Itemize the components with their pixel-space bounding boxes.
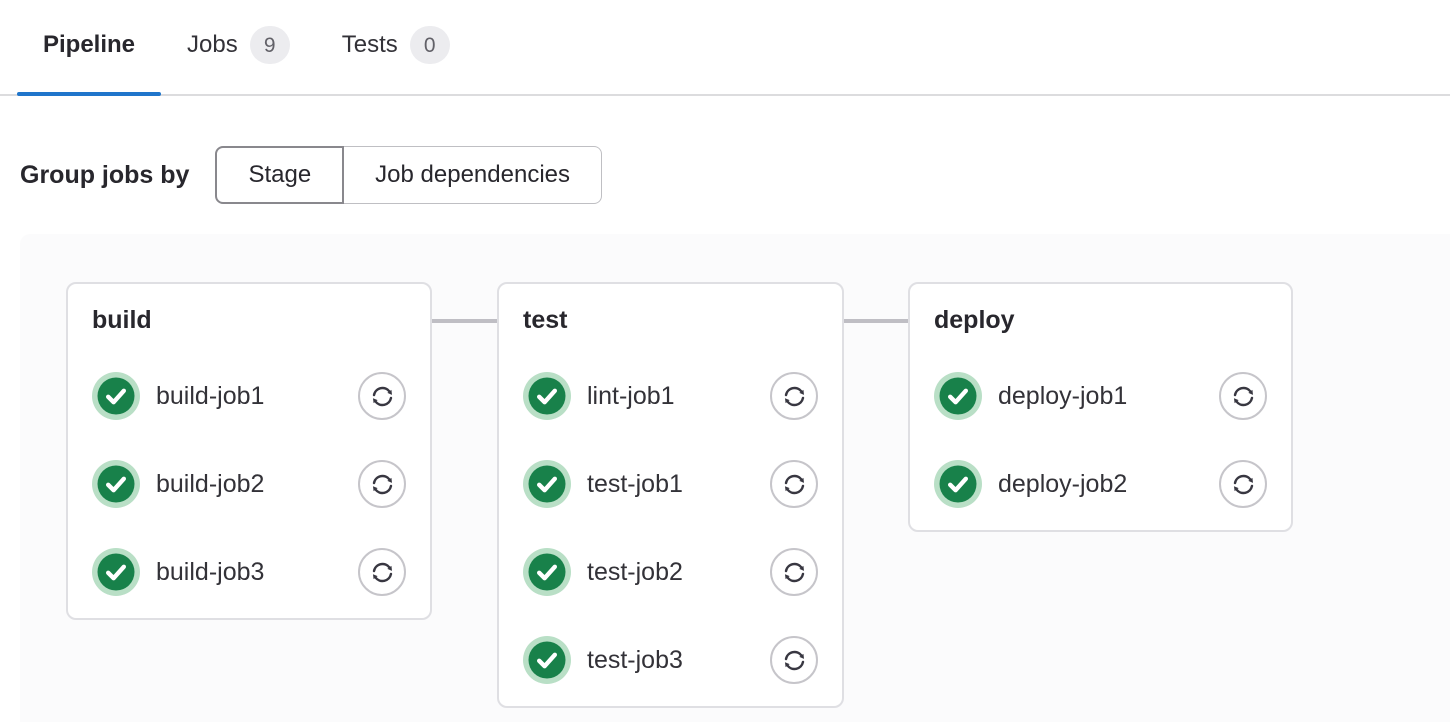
status-success-icon — [523, 372, 571, 420]
job-row: deploy-job2 — [934, 460, 1267, 508]
tab-pipeline[interactable]: Pipeline — [17, 0, 161, 94]
status-success-icon — [934, 372, 982, 420]
retry-icon — [369, 559, 396, 586]
pipeline-page: { "tabs": [ { "id": "pipeline", "label":… — [0, 0, 1450, 722]
pipeline-tabs: Pipeline Jobs 9 Tests 0 — [0, 0, 1450, 96]
job-name-link[interactable]: test-job2 — [587, 558, 683, 587]
retry-icon — [781, 559, 808, 586]
job-row: test-job1 — [523, 460, 818, 508]
status-success-icon — [523, 460, 571, 508]
retry-icon — [781, 383, 808, 410]
retry-job-button[interactable] — [358, 372, 406, 420]
job-row: lint-job1 — [523, 372, 818, 420]
tab-tests[interactable]: Tests 0 — [316, 0, 476, 94]
group-by-job-dependencies-button[interactable]: Job dependencies — [344, 146, 602, 204]
group-jobs-by-segmented-control: Stage Job dependencies — [215, 146, 602, 204]
retry-job-button[interactable] — [770, 372, 818, 420]
group-jobs-by-controls: Group jobs by Stage Job dependencies — [20, 146, 1450, 204]
stage-connector-line — [844, 319, 908, 323]
status-success-icon — [92, 372, 140, 420]
tab-label: Jobs — [187, 30, 238, 60]
retry-icon — [1230, 383, 1257, 410]
retry-icon — [781, 471, 808, 498]
job-row: build-job1 — [92, 372, 406, 420]
stage-title: build — [92, 304, 406, 336]
stage-connector-line — [432, 319, 497, 323]
job-name-link[interactable]: lint-job1 — [587, 382, 675, 411]
stage-card-test: test lint-job1 — [497, 282, 844, 708]
retry-icon — [781, 647, 808, 674]
tab-jobs[interactable]: Jobs 9 — [161, 0, 316, 94]
status-success-icon — [92, 548, 140, 596]
group-by-stage-button[interactable]: Stage — [215, 146, 344, 204]
group-jobs-by-label: Group jobs by — [20, 161, 189, 190]
retry-job-button[interactable] — [1219, 372, 1267, 420]
tab-label: Pipeline — [43, 30, 135, 60]
stage-title: test — [523, 304, 818, 336]
job-name-link[interactable]: build-job1 — [156, 382, 264, 411]
retry-job-button[interactable] — [770, 460, 818, 508]
stage-card-deploy: deploy deploy-job1 — [908, 282, 1293, 532]
job-row: deploy-job1 — [934, 372, 1267, 420]
status-success-icon — [92, 460, 140, 508]
job-row: test-job2 — [523, 548, 818, 596]
job-name-link[interactable]: deploy-job2 — [998, 470, 1127, 499]
retry-icon — [369, 383, 396, 410]
status-success-icon — [523, 548, 571, 596]
stage-title: deploy — [934, 304, 1267, 336]
retry-job-button[interactable] — [770, 548, 818, 596]
retry-icon — [369, 471, 396, 498]
retry-job-button[interactable] — [770, 636, 818, 684]
retry-job-button[interactable] — [1219, 460, 1267, 508]
retry-job-button[interactable] — [358, 548, 406, 596]
retry-job-button[interactable] — [358, 460, 406, 508]
status-success-icon — [523, 636, 571, 684]
tab-label: Tests — [342, 30, 398, 60]
job-row: build-job2 — [92, 460, 406, 508]
status-success-icon — [934, 460, 982, 508]
job-name-link[interactable]: deploy-job1 — [998, 382, 1127, 411]
tab-count-badge: 0 — [410, 26, 450, 64]
job-name-link[interactable]: test-job3 — [587, 646, 683, 675]
job-row: build-job3 — [92, 548, 406, 596]
retry-icon — [1230, 471, 1257, 498]
job-row: test-job3 — [523, 636, 818, 684]
job-name-link[interactable]: test-job1 — [587, 470, 683, 499]
stage-card-build: build build-job1 — [66, 282, 432, 620]
job-name-link[interactable]: build-job2 — [156, 470, 264, 499]
job-name-link[interactable]: build-job3 — [156, 558, 264, 587]
tab-count-badge: 9 — [250, 26, 290, 64]
pipeline-graph-panel: build build-job1 — [20, 234, 1450, 722]
